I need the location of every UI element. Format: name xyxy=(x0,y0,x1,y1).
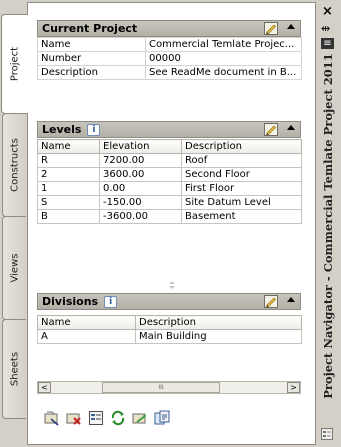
level-elevation: 7200.00 xyxy=(99,153,182,168)
close-project-icon[interactable] xyxy=(66,410,82,426)
current-project-title: Current Project xyxy=(42,22,138,35)
level-description: Basement xyxy=(181,209,302,224)
table-row[interactable]: R 7200.00 Roof xyxy=(37,153,302,168)
level-description: First Floor xyxy=(181,181,302,196)
table-row[interactable]: 2 3600.00 Second Floor xyxy=(37,167,302,182)
column-header-description[interactable]: Description xyxy=(181,139,302,154)
divisions-header[interactable]: Divisions i xyxy=(37,293,301,310)
column-header-name[interactable]: Name xyxy=(37,139,100,154)
property-label: Number xyxy=(37,51,146,66)
tab-constructs-label: Constructs xyxy=(9,138,20,192)
tab-views-label: Views xyxy=(9,253,20,283)
level-name: 1 xyxy=(37,181,100,196)
table-row[interactable]: A Main Building xyxy=(37,329,302,344)
column-header-name[interactable]: Name xyxy=(37,315,136,330)
level-description: Site Datum Level xyxy=(181,195,302,210)
collapse-icon[interactable] xyxy=(287,297,295,302)
collapse-icon[interactable] xyxy=(287,125,295,130)
levels-header[interactable]: Levels i xyxy=(37,121,301,138)
repath-project-icon[interactable] xyxy=(132,410,148,426)
edit-pencil-icon[interactable] xyxy=(264,295,278,308)
info-icon[interactable]: i xyxy=(104,295,118,308)
divisions-table: Name Description A Main Building xyxy=(37,315,302,344)
refresh-icon[interactable] xyxy=(110,410,126,426)
auto-hide-icon[interactable]: ⇹ xyxy=(321,22,330,35)
project-navigator-panel: Current Project Name Commercial Temlate P… xyxy=(27,2,316,445)
tab-project-label: Project xyxy=(9,46,21,82)
level-name: S xyxy=(37,195,100,210)
edit-pencil-icon[interactable] xyxy=(264,22,278,35)
tab-project[interactable]: Project xyxy=(1,14,28,114)
collapse-icon[interactable] xyxy=(287,24,295,29)
level-elevation: -150.00 xyxy=(99,195,182,210)
project-description-value[interactable]: See ReadMe document in B... xyxy=(145,65,302,80)
levels-title: Levels xyxy=(42,123,82,136)
level-name: B xyxy=(37,209,100,224)
level-elevation: 0.00 xyxy=(99,181,182,196)
palette-title: Project Navigator - Commercial Temlate P… xyxy=(321,53,335,399)
properties-icon[interactable]: ≡ xyxy=(321,38,334,49)
table-row[interactable]: S -150.00 Site Datum Level xyxy=(37,195,302,210)
property-label: Name xyxy=(37,37,146,52)
palette-title-strip: × ⇹ ≡ Project Navigator - Commercial Tem… xyxy=(317,2,339,445)
level-elevation: -3600.00 xyxy=(99,209,182,224)
horizontal-scrollbar[interactable]: < III > xyxy=(37,381,301,394)
property-label: Description xyxy=(37,65,146,80)
division-description: Main Building xyxy=(135,329,302,344)
tab-views[interactable]: Views xyxy=(2,216,26,320)
table-row[interactable]: 1 0.00 First Floor xyxy=(37,181,302,196)
tab-sheets[interactable]: Sheets xyxy=(2,319,26,419)
current-project-header[interactable]: Current Project xyxy=(37,20,301,37)
palette-icon[interactable] xyxy=(321,428,333,440)
property-row[interactable]: Description See ReadMe document in B... xyxy=(37,65,302,80)
scroll-thumb[interactable]: III xyxy=(102,382,220,393)
divisions-title: Divisions xyxy=(42,295,99,308)
column-header-elevation[interactable]: Elevation xyxy=(99,139,182,154)
info-icon[interactable]: i xyxy=(87,123,101,136)
project-number-value[interactable]: 00000 xyxy=(145,51,302,66)
property-row[interactable]: Number 00000 xyxy=(37,51,302,66)
project-standards-icon[interactable] xyxy=(154,410,170,426)
project-browser-icon[interactable] xyxy=(44,410,60,426)
edit-pencil-icon[interactable] xyxy=(264,123,278,136)
column-header-description[interactable]: Description xyxy=(135,315,302,330)
project-name-value[interactable]: Commercial Temlate Projec... xyxy=(145,37,302,52)
property-row[interactable]: Name Commercial Temlate Projec... xyxy=(37,37,302,52)
level-description: Roof xyxy=(181,153,302,168)
close-icon[interactable]: × xyxy=(322,4,333,19)
level-elevation: 3600.00 xyxy=(99,167,182,182)
tab-sheets-label: Sheets xyxy=(9,351,20,387)
scroll-left-button[interactable]: < xyxy=(38,382,51,393)
level-description: Second Floor xyxy=(181,167,302,182)
splitter-grip-icon[interactable] xyxy=(168,280,176,290)
table-row[interactable]: B -3600.00 Basement xyxy=(37,209,302,224)
division-name: A xyxy=(37,329,136,344)
level-name: 2 xyxy=(37,167,100,182)
level-name: R xyxy=(37,153,100,168)
tab-constructs[interactable]: Constructs xyxy=(2,113,26,217)
project-properties-icon[interactable] xyxy=(88,410,104,426)
scroll-right-button[interactable]: > xyxy=(287,382,300,393)
current-project-table: Name Commercial Temlate Projec... Number 0… xyxy=(37,37,302,80)
levels-table: Name Elevation Description R 7200.00 Roof … xyxy=(37,139,302,224)
